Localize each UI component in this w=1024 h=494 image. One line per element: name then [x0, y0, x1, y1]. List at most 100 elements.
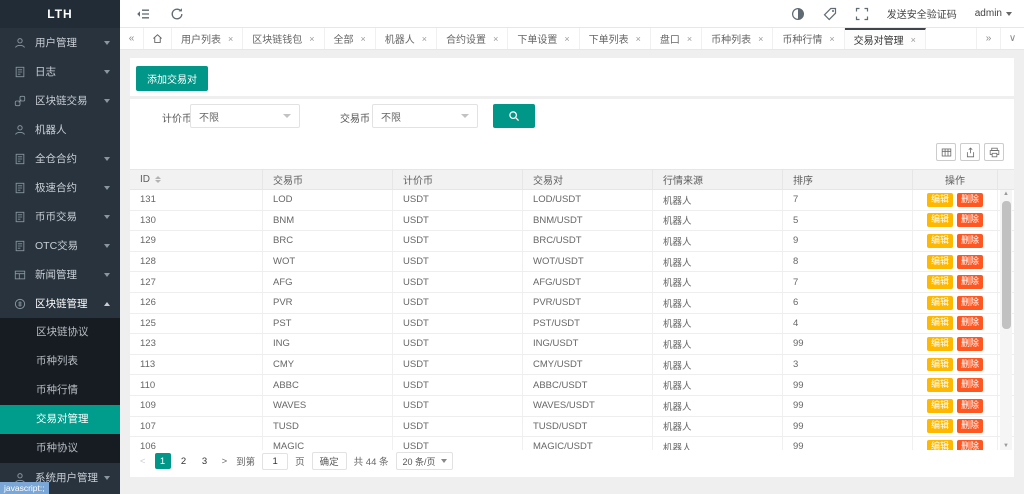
table-scrollbar[interactable]: ▲ ▼: [1000, 190, 1012, 450]
quote-coin-select[interactable]: 不限: [190, 104, 300, 128]
next-page-button[interactable]: >: [220, 456, 230, 467]
sidebar-item-news[interactable]: 新闻管理: [0, 260, 120, 289]
sort-asc-icon[interactable]: [155, 176, 161, 179]
edit-button[interactable]: 编辑: [927, 296, 953, 310]
close-tab-icon[interactable]: ×: [687, 34, 692, 44]
delete-button[interactable]: 删除: [957, 193, 983, 207]
sidebar-item-blockchain-protocol[interactable]: 区块链协议: [0, 318, 120, 347]
tag-icon[interactable]: [823, 7, 837, 21]
sidebar-item-trading-pairs[interactable]: 交易对管理: [0, 405, 120, 434]
edit-button[interactable]: 编辑: [927, 316, 953, 330]
tab-user-list[interactable]: 用户列表×: [172, 28, 243, 49]
close-tab-icon[interactable]: ×: [636, 34, 641, 44]
delete-button[interactable]: 删除: [957, 213, 983, 227]
tabs-menu-icon[interactable]: ∨: [1000, 28, 1024, 49]
home-tab[interactable]: [144, 28, 172, 49]
delete-button[interactable]: 删除: [957, 316, 983, 330]
delete-button[interactable]: 删除: [957, 296, 983, 310]
close-tab-icon[interactable]: ×: [422, 34, 427, 44]
page-button-2[interactable]: 2: [176, 453, 192, 469]
tab-trading-pairs[interactable]: 交易对管理×: [845, 28, 926, 49]
close-tab-icon[interactable]: ×: [911, 35, 916, 45]
tabs-scroll-right-icon[interactable]: »: [976, 28, 1000, 49]
close-tab-icon[interactable]: ×: [228, 34, 233, 44]
prev-page-button[interactable]: <: [138, 456, 148, 467]
tab-robot[interactable]: 机器人×: [376, 28, 437, 49]
edit-button[interactable]: 编辑: [927, 399, 953, 413]
cell-actions: 编辑删除: [913, 417, 998, 437]
print-button[interactable]: [984, 143, 1004, 161]
delete-button[interactable]: 删除: [957, 358, 983, 372]
close-tab-icon[interactable]: ×: [309, 34, 314, 44]
delete-button[interactable]: 删除: [957, 399, 983, 413]
delete-button[interactable]: 删除: [957, 234, 983, 248]
tab-all[interactable]: 全部×: [325, 28, 376, 49]
sidebar-item-otc-trade[interactable]: OTC交易: [0, 231, 120, 260]
search-button[interactable]: [493, 104, 535, 128]
edit-button[interactable]: 编辑: [927, 358, 953, 372]
sidebar-item-logs[interactable]: 日志: [0, 57, 120, 86]
sidebar-item-blockchain-trade[interactable]: 区块链交易: [0, 86, 120, 115]
delete-button[interactable]: 删除: [957, 419, 983, 433]
tab-order-settings[interactable]: 下单设置×: [508, 28, 579, 49]
tab-contract-settings[interactable]: 合约设置×: [437, 28, 508, 49]
sidebar-item-blockchain-manage[interactable]: 区块链管理: [0, 289, 120, 318]
collapse-sidebar-icon[interactable]: [136, 7, 150, 21]
close-tab-icon[interactable]: ×: [361, 34, 366, 44]
tab-depth[interactable]: 盘口×: [651, 28, 702, 49]
send-security-code-button[interactable]: 发送安全验证码: [887, 6, 957, 21]
close-tab-icon[interactable]: ×: [493, 34, 498, 44]
edit-button[interactable]: 编辑: [927, 440, 953, 450]
sidebar-item-label: 机器人: [35, 122, 120, 137]
per-page-select[interactable]: 20 条/页: [396, 452, 453, 470]
theme-icon[interactable]: [791, 7, 805, 21]
close-tab-icon[interactable]: ×: [564, 34, 569, 44]
edit-button[interactable]: 编辑: [927, 419, 953, 433]
delete-button[interactable]: 删除: [957, 337, 983, 351]
sort-icon[interactable]: [155, 176, 161, 184]
confirm-page-button[interactable]: 确定: [312, 452, 347, 470]
close-tab-icon[interactable]: ×: [829, 34, 834, 44]
tabs-scroll-left-icon[interactable]: «: [120, 28, 144, 49]
base-coin-select[interactable]: 不限: [372, 104, 478, 128]
delete-button[interactable]: 删除: [957, 440, 983, 450]
edit-button[interactable]: 编辑: [927, 193, 953, 207]
filter-columns-button[interactable]: [936, 143, 956, 161]
tab-coin-quotes[interactable]: 币种行情×: [773, 28, 844, 49]
close-tab-icon[interactable]: ×: [758, 34, 763, 44]
sidebar-item-users[interactable]: 用户管理: [0, 28, 120, 57]
edit-button[interactable]: 编辑: [927, 213, 953, 227]
export-button[interactable]: [960, 143, 980, 161]
refresh-icon[interactable]: [170, 7, 184, 21]
edit-button[interactable]: 编辑: [927, 275, 953, 289]
delete-button[interactable]: 删除: [957, 255, 983, 269]
sidebar-item-coin-list[interactable]: 币种列表: [0, 347, 120, 376]
page-button-1[interactable]: 1: [155, 453, 171, 469]
user-menu[interactable]: admin: [975, 8, 1012, 19]
sidebar-item-full-contract[interactable]: 全仓合约: [0, 144, 120, 173]
tab-coin-list[interactable]: 币种列表×: [702, 28, 773, 49]
sidebar-item-coin-protocol[interactable]: 币种协议: [0, 434, 120, 463]
cell-base: BNM: [263, 211, 393, 231]
sidebar-item-coin-trade[interactable]: 币币交易: [0, 202, 120, 231]
scrollbar-thumb[interactable]: [1002, 201, 1011, 329]
tab-order-list[interactable]: 下单列表×: [580, 28, 651, 49]
sort-desc-icon[interactable]: [155, 180, 161, 183]
delete-button[interactable]: 删除: [957, 275, 983, 289]
edit-button[interactable]: 编辑: [927, 234, 953, 248]
fullscreen-icon[interactable]: [855, 7, 869, 21]
edit-button[interactable]: 编辑: [927, 255, 953, 269]
edit-button[interactable]: 编辑: [927, 337, 953, 351]
base-coin-label: 交易币: [340, 110, 370, 125]
sidebar-item-fast-contract[interactable]: 极速合约: [0, 173, 120, 202]
goto-page-input[interactable]: [262, 453, 288, 470]
tab-blockchain-wallet[interactable]: 区块链钱包×: [243, 28, 324, 49]
edit-button[interactable]: 编辑: [927, 378, 953, 392]
page-button-3[interactable]: 3: [197, 453, 213, 469]
scroll-up-icon[interactable]: ▲: [1000, 191, 1012, 197]
add-trading-pair-button[interactable]: 添加交易对: [136, 66, 208, 91]
scroll-down-icon[interactable]: ▼: [1000, 443, 1012, 449]
sidebar-item-robot[interactable]: 机器人: [0, 115, 120, 144]
sidebar-item-coin-quotes[interactable]: 币种行情: [0, 376, 120, 405]
delete-button[interactable]: 删除: [957, 378, 983, 392]
